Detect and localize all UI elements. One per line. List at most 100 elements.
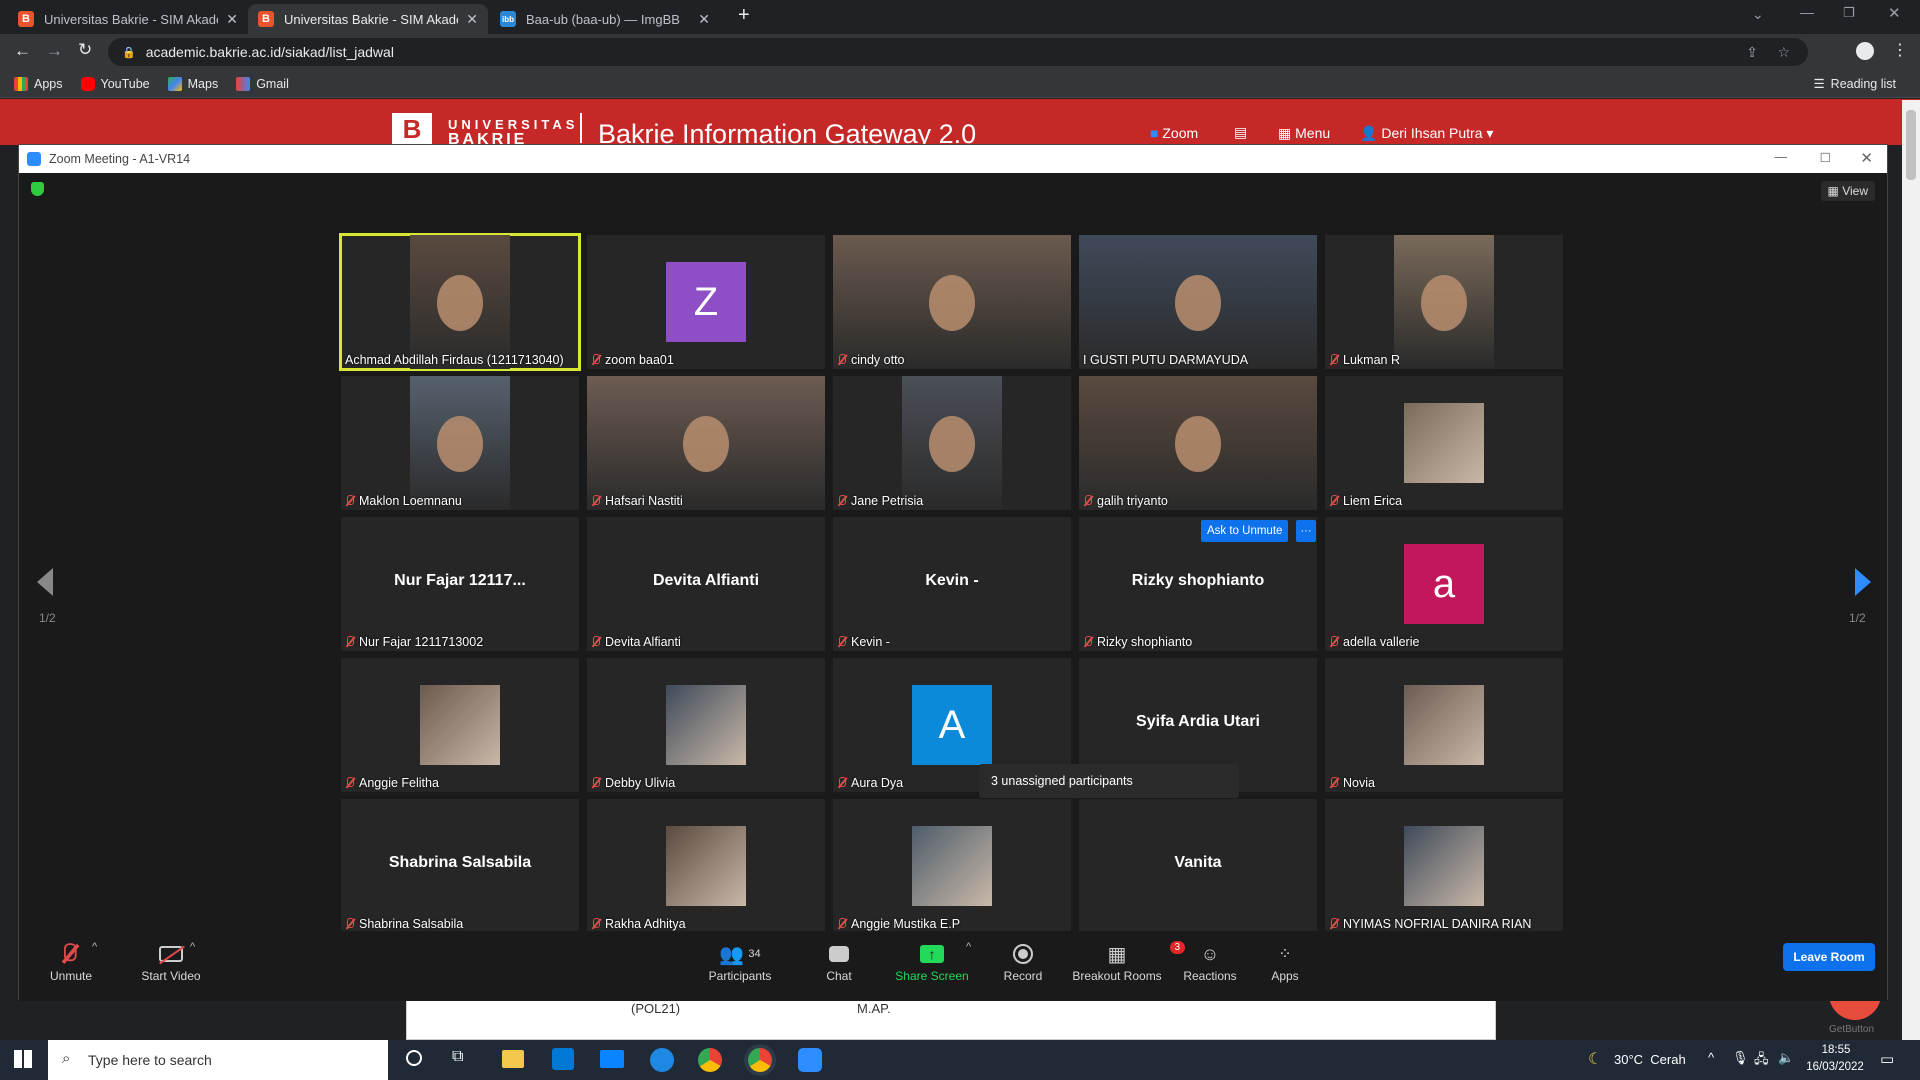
leave-room-button[interactable]: Leave Room <box>1783 943 1875 971</box>
browser-tab-2[interactable]: B Universitas Bakrie - SIM Akadem ✕ <box>248 4 488 34</box>
back-icon[interactable]: ← <box>14 41 31 61</box>
participant-tile[interactable]: Novia <box>1325 658 1563 792</box>
nav-user[interactable]: 👤 Deri Ihsan Putra ▾ <box>1360 125 1493 142</box>
start-video-button[interactable]: Start Video <box>123 939 219 983</box>
ask-to-unmute-button[interactable]: Ask to Unmute <box>1201 520 1289 542</box>
profile-avatar-icon[interactable] <box>1856 42 1874 60</box>
menu-dots-icon[interactable]: ⋮ <box>1892 40 1908 60</box>
task-view-icon[interactable]: ⧉ <box>452 1048 463 1066</box>
new-tab-icon[interactable]: + <box>738 4 750 27</box>
record-button[interactable]: Record <box>993 939 1053 983</box>
bookmark-star-icon[interactable]: ☆ <box>1777 44 1790 61</box>
nav-menu[interactable]: ▦ Menu <box>1278 125 1330 142</box>
participant-tile[interactable]: Kevin - Kevin - <box>833 517 1071 651</box>
bookmark-maps[interactable]: Maps <box>167 76 218 91</box>
participant-tile[interactable]: Jane Petrisia <box>833 376 1071 510</box>
windows-start-icon[interactable] <box>14 1050 32 1068</box>
zoom-close-icon[interactable]: ✕ <box>1860 149 1873 167</box>
reactions-button[interactable]: ☺ Reactions <box>1175 939 1245 984</box>
weather-text[interactable]: 30°C Cerah <box>1614 1052 1686 1067</box>
file-explorer-icon[interactable] <box>502 1050 524 1068</box>
participant-tile[interactable]: Shabrina Salsabila Shabrina Salsabila <box>341 799 579 933</box>
prev-page-arrow-icon[interactable] <box>37 568 53 596</box>
share-icon[interactable]: ⇪ <box>1746 44 1758 61</box>
bookmark-apps[interactable]: Apps <box>14 76 63 91</box>
breakout-rooms-button[interactable]: ▦ 3 Breakout Rooms <box>1067 939 1186 983</box>
participant-tile[interactable]: Achmad Abdillah Firdaus (1211713040) <box>339 233 581 371</box>
zoom-taskbar-icon[interactable] <box>798 1048 822 1072</box>
participant-tile[interactable]: Maklon Loemnanu <box>341 376 579 510</box>
participant-tile[interactable]: Zzoom baa01 <box>587 235 825 369</box>
browser-tab-1[interactable]: B Universitas Bakrie - SIM Akadem ✕ <box>8 4 248 34</box>
clock-time[interactable]: 18:55 <box>1806 1044 1866 1056</box>
teamviewer-icon[interactable] <box>650 1048 674 1072</box>
reading-list[interactable]: ☰ Reading list <box>1813 76 1896 92</box>
forward-icon[interactable]: → <box>46 41 63 61</box>
participant-tile[interactable]: Vanita <box>1079 799 1317 933</box>
participant-tile[interactable]: Anggie Mustika E.P <box>833 799 1071 933</box>
video-options-caret-icon[interactable]: ^ <box>190 941 195 953</box>
mail-icon[interactable] <box>600 1050 624 1068</box>
next-page-arrow-icon[interactable] <box>1855 568 1871 596</box>
participant-tile[interactable]: Hafsari Nastiti <box>587 376 825 510</box>
muted-mic-icon <box>345 636 354 648</box>
apps-button[interactable]: ⁘ Apps <box>1255 939 1315 983</box>
bookmark-gmail[interactable]: Gmail <box>236 76 289 91</box>
muted-mic-icon <box>64 939 78 969</box>
participant-tile[interactable]: galih triyanto <box>1079 376 1317 510</box>
zoom-minimize-icon[interactable]: — <box>1775 150 1788 164</box>
participant-tile[interactable]: cindy otto <box>833 235 1071 369</box>
participant-tile[interactable]: Lukman R <box>1325 235 1563 369</box>
notifications-icon[interactable]: ▭ <box>1880 1050 1894 1068</box>
participant-tile[interactable]: Nur Fajar 12117... Nur Fajar 1211713002 <box>341 517 579 651</box>
windows-taskbar: ⌕ Type here to search ⧉ ☾ 30°C Cerah ^ 🎙… <box>0 1040 1920 1080</box>
participant-tile[interactable]: Anggie Felitha <box>341 658 579 792</box>
share-arrow-icon: ↑ <box>920 945 944 963</box>
minimize-icon[interactable]: — <box>1800 4 1814 20</box>
microphone-tray-icon[interactable]: 🎙 <box>1732 1050 1749 1066</box>
tab-search-icon[interactable]: ⌄ <box>1752 6 1764 23</box>
volume-icon[interactable]: 🔈 <box>1778 1050 1794 1066</box>
encryption-shield-icon[interactable] <box>31 182 44 196</box>
participant-tile[interactable]: I GUSTI PUTU DARMAYUDA <box>1079 235 1317 369</box>
chrome-active-icon[interactable] <box>748 1048 772 1072</box>
share-screen-button[interactable]: ↑ Share Screen <box>887 939 977 983</box>
participant-tile[interactable]: Rakha Adhitya <box>587 799 825 933</box>
restore-icon[interactable]: ❐ <box>1843 5 1855 21</box>
address-bar[interactable]: 🔒 academic.bakrie.ac.id/siakad/list_jadw… <box>108 38 1808 66</box>
participant-tile[interactable]: Liem Erica <box>1325 376 1563 510</box>
close-tab-icon[interactable]: ✕ <box>698 11 710 28</box>
gallery-stage: ▦ View 1/2 1/2 Achmad Abdillah Firdaus (… <box>19 173 1887 933</box>
clock-date[interactable]: 16/03/2022 <box>1800 1061 1870 1073</box>
cortana-icon[interactable] <box>406 1050 422 1066</box>
participant-tile[interactable]: NYIMAS NOFRIAL DANIRA RIAN <box>1325 799 1563 933</box>
network-icon[interactable]: 🖧 <box>1754 1050 1769 1072</box>
close-tab-icon[interactable]: ✕ <box>226 11 238 28</box>
participant-tile[interactable]: a adella vallerie <box>1325 517 1563 651</box>
participant-tile[interactable]: Rizky shophianto Rizky shophianto Ask to U… <box>1079 517 1317 651</box>
view-button[interactable]: ▦ View <box>1820 181 1875 201</box>
audio-options-caret-icon[interactable]: ^ <box>92 941 97 953</box>
zoom-maximize-icon[interactable]: ☐ <box>1820 150 1831 165</box>
chrome-icon[interactable] <box>698 1048 722 1072</box>
nav-zoom[interactable]: ■ Zoom <box>1150 125 1198 141</box>
chat-button[interactable]: Chat <box>809 939 869 983</box>
bookmark-youtube[interactable]: YouTube <box>80 76 150 91</box>
participant-name: galih triyanto <box>1083 494 1168 508</box>
store-icon[interactable] <box>552 1048 574 1070</box>
more-options-icon[interactable]: ··· <box>1296 520 1316 542</box>
participant-tile[interactable]: Devita Alfianti Devita Alfianti <box>587 517 825 651</box>
close-tab-icon[interactable]: ✕ <box>466 11 478 28</box>
participant-tile[interactable]: Debby Ulivia <box>587 658 825 792</box>
share-options-caret-icon[interactable]: ^ <box>966 941 971 953</box>
participant-name: Lukman R <box>1329 353 1400 367</box>
browser-tab-3[interactable]: ibb Baa-ub (baa-ub) — ImgBB ✕ <box>490 4 720 34</box>
close-window-icon[interactable]: ✕ <box>1888 4 1901 22</box>
participants-button[interactable]: 👥 34 Participants <box>695 939 785 984</box>
document-icon[interactable]: ▤ <box>1234 124 1247 141</box>
page-scrollbar[interactable] <box>1902 100 1920 1040</box>
tray-overflow-icon[interactable]: ^ <box>1708 1050 1714 1065</box>
youtube-icon <box>80 76 95 91</box>
reload-icon[interactable]: ↻ <box>78 40 92 60</box>
taskbar-search[interactable]: ⌕ Type here to search <box>48 1040 388 1080</box>
